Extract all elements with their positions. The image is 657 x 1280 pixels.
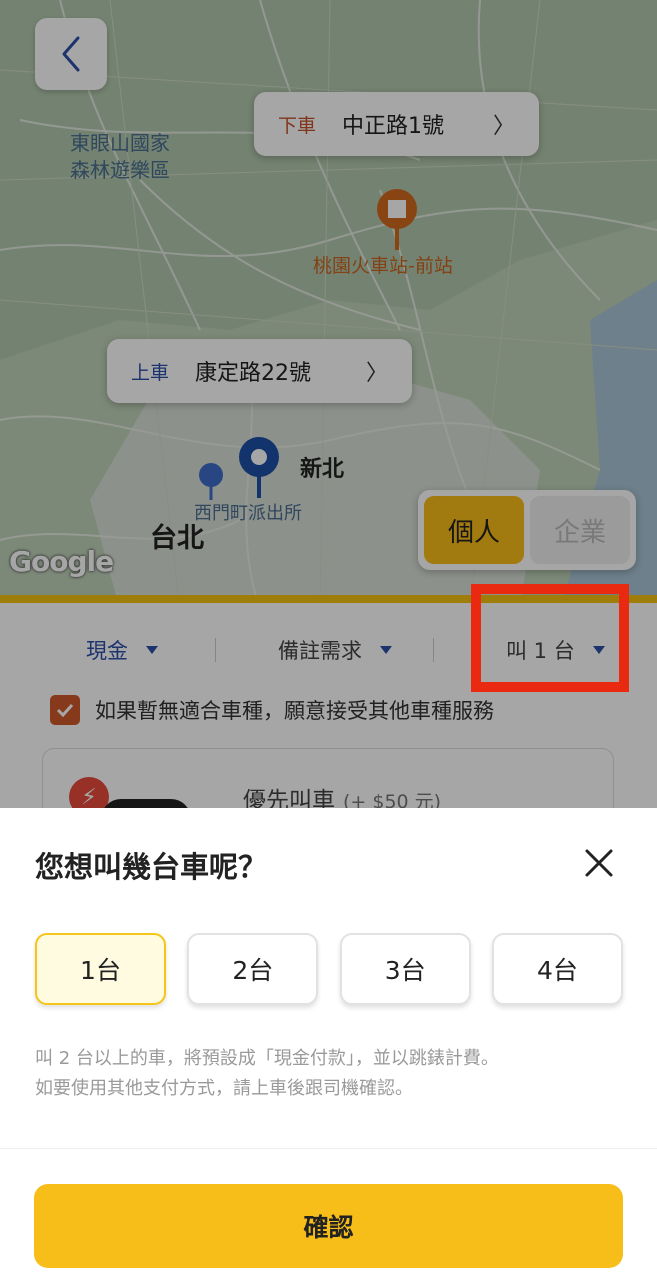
- note-line-1: 叫 2 台以上的車，將預設成「現金付款」，並以跳錶計費。: [35, 1048, 499, 1069]
- count-option-4[interactable]: 4台: [491, 933, 623, 1005]
- close-icon[interactable]: [582, 846, 616, 880]
- sheet-title: 您想叫幾台車呢？: [35, 850, 268, 884]
- multi-car-note: 叫 2 台以上的車，將預設成「現金付款」，並以跳錶計費。 如要使用其他支付方式，…: [35, 1044, 499, 1104]
- car-count-options: 1台 2台 3台 4台: [35, 933, 623, 1005]
- car-count-sheet: 您想叫幾台車呢？ 1台 2台 3台 4台 叫 2 台以上的車，將預設成「現金付款…: [0, 808, 657, 1280]
- count-option-3[interactable]: 3台: [339, 933, 471, 1005]
- confirm-button[interactable]: 確認: [34, 1184, 623, 1268]
- divider: [0, 1148, 657, 1149]
- note-line-2: 如要使用其他支付方式，請上車後跟司機確認。: [35, 1078, 413, 1099]
- highlight-box: [471, 584, 629, 692]
- count-option-1[interactable]: 1台: [35, 933, 166, 1005]
- count-option-2[interactable]: 2台: [187, 933, 319, 1005]
